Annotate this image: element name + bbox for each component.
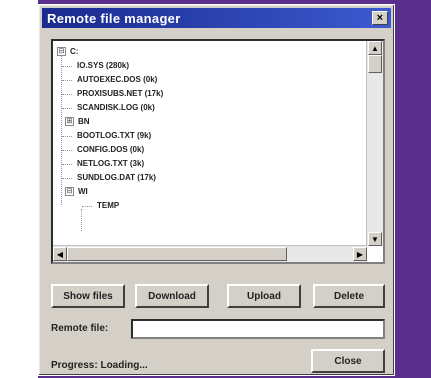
background-right bbox=[395, 0, 431, 378]
tree-node-folder-wi[interactable]: ⊟ WI bbox=[57, 185, 363, 199]
tree-connector bbox=[62, 164, 72, 165]
tree-connector bbox=[62, 80, 72, 81]
delete-button[interactable]: Delete bbox=[313, 284, 385, 308]
tree-connector bbox=[82, 206, 92, 207]
background-left bbox=[0, 0, 38, 378]
scroll-right-icon[interactable]: ▶ bbox=[353, 247, 367, 261]
collapse-icon[interactable]: ⊟ bbox=[65, 187, 74, 197]
tree-connector bbox=[62, 136, 72, 137]
title-bar[interactable]: Remote file manager × bbox=[42, 8, 391, 28]
remote-file-label: Remote file: bbox=[51, 323, 109, 334]
tree-node-label: IO.SYS (280k) bbox=[77, 61, 130, 70]
tree-node-label: BOOTLOG.TXT (9k) bbox=[77, 131, 152, 140]
tree-node-file[interactable]: CONFIG.DOS (0k) bbox=[57, 143, 363, 157]
vertical-scrollbar[interactable]: ▲ ▼ bbox=[366, 41, 383, 246]
tree-node-file[interactable]: AUTOEXEC.DOS (0k) bbox=[57, 73, 363, 87]
tree-node-file[interactable]: BOOTLOG.TXT (9k) bbox=[57, 129, 363, 143]
tree-node-file[interactable]: IO.SYS (280k) bbox=[57, 59, 363, 73]
tree-node-label: CONFIG.DOS (0k) bbox=[77, 145, 145, 154]
tree-node-label: NETLOG.TXT (3k) bbox=[77, 159, 145, 168]
tree-connector bbox=[62, 150, 72, 151]
close-button[interactable]: Close bbox=[311, 349, 385, 373]
vertical-scroll-thumb[interactable] bbox=[368, 55, 382, 73]
horizontal-scroll-thumb[interactable] bbox=[67, 247, 287, 261]
close-icon[interactable]: × bbox=[372, 11, 388, 25]
tree-node-label: C: bbox=[70, 47, 79, 56]
progress-status: Progress: Loading... bbox=[51, 360, 148, 371]
tree-node-label: BN bbox=[78, 117, 90, 126]
tree-node-label: WI bbox=[78, 187, 88, 196]
remote-file-manager-window: Remote file manager × ⊟ C: IO.SYS (280k) … bbox=[38, 4, 395, 376]
tree-node-folder-bn[interactable]: ⊞ BN bbox=[57, 115, 363, 129]
tree-connector bbox=[62, 108, 72, 109]
scroll-down-icon[interactable]: ▼ bbox=[368, 232, 382, 246]
tree-node-root[interactable]: ⊟ C: bbox=[57, 45, 363, 59]
tree-node-label: SCANDISK.LOG (0k) bbox=[77, 103, 155, 112]
remote-file-input[interactable] bbox=[131, 319, 385, 339]
horizontal-scrollbar[interactable]: ◀ ▶ bbox=[53, 245, 367, 262]
scroll-up-icon[interactable]: ▲ bbox=[368, 41, 382, 55]
tree-node-file[interactable]: SUNDLOG.DAT (17k) bbox=[57, 171, 363, 185]
tree-connector bbox=[62, 178, 72, 179]
expand-icon[interactable]: ⊞ bbox=[65, 117, 74, 127]
tree-node-label: PROXISUBS.NET (17k) bbox=[77, 89, 164, 98]
show-files-button[interactable]: Show files bbox=[51, 284, 125, 308]
tree-node-file[interactable]: SCANDISK.LOG (0k) bbox=[57, 101, 363, 115]
tree-node-label: SUNDLOG.DAT (17k) bbox=[77, 173, 156, 182]
tree-node-label: AUTOEXEC.DOS (0k) bbox=[77, 75, 158, 84]
download-button[interactable]: Download bbox=[135, 284, 209, 308]
collapse-icon[interactable]: ⊟ bbox=[57, 47, 66, 57]
file-tree-view[interactable]: ⊟ C: IO.SYS (280k) AUTOEXEC.DOS (0k) PROX… bbox=[51, 39, 385, 264]
tree-node-subfolder[interactable]: TEMP bbox=[57, 199, 363, 213]
tree-connector bbox=[62, 94, 72, 95]
window-title: Remote file manager bbox=[47, 10, 181, 26]
upload-button[interactable]: Upload bbox=[227, 284, 301, 308]
tree-node-file[interactable]: NETLOG.TXT (3k) bbox=[57, 157, 363, 171]
file-tree: ⊟ C: IO.SYS (280k) AUTOEXEC.DOS (0k) PROX… bbox=[57, 45, 363, 242]
tree-connector bbox=[62, 66, 72, 67]
tree-node-file[interactable]: PROXISUBS.NET (17k) bbox=[57, 87, 363, 101]
scroll-left-icon[interactable]: ◀ bbox=[53, 247, 67, 261]
tree-node-label: TEMP bbox=[97, 201, 120, 210]
